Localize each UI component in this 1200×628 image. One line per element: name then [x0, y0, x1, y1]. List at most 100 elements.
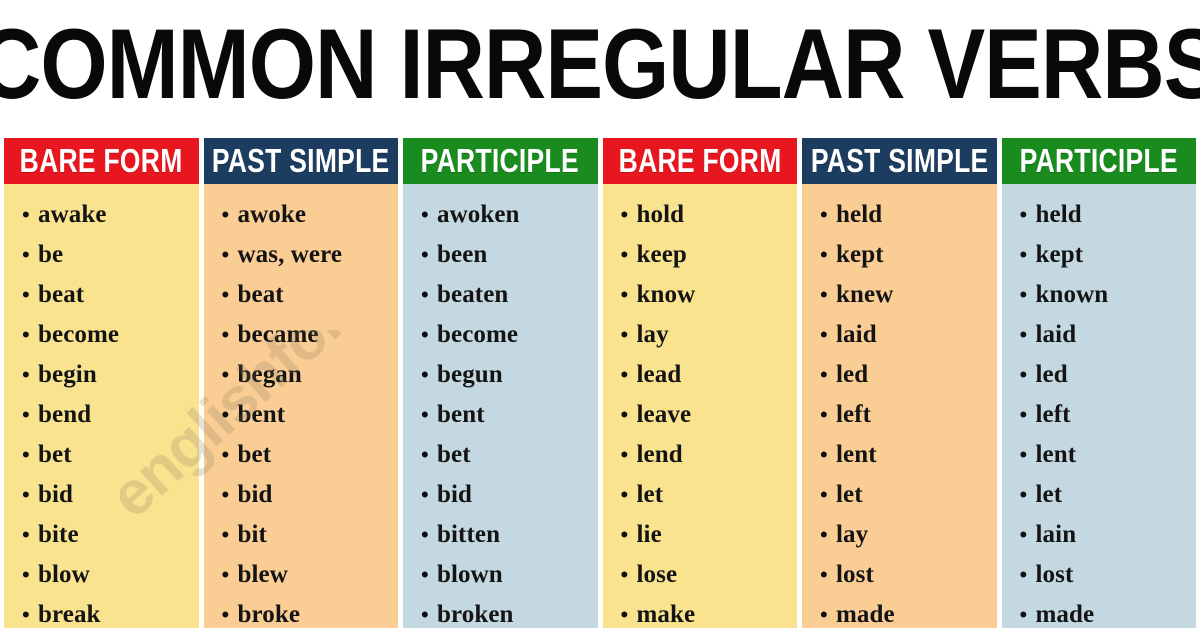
list-item: • beat	[222, 275, 399, 315]
column-header-6: PARTICIPLE	[1001, 138, 1196, 184]
verb-text: lent	[1035, 441, 1077, 468]
column-body-5: • held • kept • knew • laid • led • left • lent • let • l…	[802, 184, 997, 628]
bullet-icon: •	[421, 442, 429, 467]
verb-text: lend	[636, 441, 683, 468]
column-header-2: PAST SIMPLE	[203, 138, 398, 184]
column-body-6: • held • kept • known • laid • led • left • lent • let •…	[1001, 184, 1197, 628]
verb-text: lie	[636, 521, 662, 548]
column-header-5: PAST SIMPLE	[802, 138, 997, 184]
bullet-icon: •	[620, 322, 629, 347]
verb-list: • awoken • been • beaten • become • begun • bent • be…	[403, 195, 598, 628]
bullet-icon: •	[1019, 202, 1028, 227]
list-item: • bend	[22, 395, 199, 435]
bullet-icon: •	[820, 242, 828, 267]
list-item: • laid	[820, 315, 997, 355]
bullet-icon: •	[820, 562, 828, 587]
bullet-icon: •	[1019, 602, 1028, 627]
list-item: • broken	[421, 595, 598, 628]
verb-text: beaten	[437, 281, 509, 308]
list-item: • lent	[820, 435, 997, 475]
bullet-icon: •	[620, 362, 629, 387]
list-item: • bitten	[421, 515, 598, 555]
bullet-icon: •	[221, 242, 230, 267]
list-item: • beat	[22, 275, 199, 315]
column-header-1: BARE FORM	[4, 138, 199, 184]
list-item: • bent	[421, 395, 598, 435]
verb-text: begin	[38, 361, 97, 388]
verb-text: bet	[38, 441, 72, 468]
bullet-icon: •	[620, 402, 629, 427]
verb-text: left	[1035, 401, 1071, 428]
verb-text: led	[836, 361, 869, 388]
bullet-icon: •	[1019, 362, 1028, 387]
verb-column-4: BARE FORM • hold • keep • know • lay • lead • leave •…	[602, 138, 798, 628]
verb-text: held	[836, 201, 883, 228]
bullet-icon: •	[221, 282, 230, 307]
verb-text: lay	[636, 321, 669, 348]
bullet-icon: •	[421, 322, 429, 347]
list-item: • lain	[1020, 515, 1197, 555]
bullet-icon: •	[421, 602, 429, 627]
bullet-icon: •	[421, 522, 429, 547]
bullet-icon: •	[421, 242, 429, 267]
bullet-icon: •	[620, 442, 629, 467]
bullet-icon: •	[221, 362, 230, 387]
list-item: • become	[421, 315, 598, 355]
verb-text: lose	[636, 561, 678, 588]
verb-text: laid	[836, 321, 877, 348]
verb-list: • awoke • was, were • beat • became • began • bent •…	[204, 195, 399, 628]
bullet-icon: •	[1019, 562, 1028, 587]
list-item: • begin	[22, 355, 199, 395]
column-body-3: • awoken • been • beaten • become • begun • bent • be…	[403, 184, 598, 628]
verb-text: known	[1035, 281, 1109, 308]
list-item: • broke	[222, 595, 399, 628]
bullet-icon: •	[1019, 282, 1028, 307]
list-item: • held	[1020, 195, 1197, 235]
verb-column-3: PARTICIPLE • awoken • been • beaten • become • beg…	[403, 138, 598, 628]
list-item: • lose	[621, 555, 798, 595]
list-item: • let	[621, 475, 798, 515]
bullet-icon: •	[22, 602, 30, 627]
column-header-label: PAST SIMPLE	[810, 142, 989, 179]
list-item: • known	[1020, 275, 1197, 315]
verb-text: let	[636, 481, 664, 508]
verb-text: hold	[636, 201, 685, 228]
list-item: • began	[222, 355, 399, 395]
bullet-icon: •	[820, 322, 828, 347]
verb-text: awoke	[237, 201, 307, 228]
list-item: • be	[22, 235, 199, 275]
verb-text: beat	[237, 281, 284, 308]
bullet-icon: •	[421, 562, 429, 587]
bullet-icon: •	[421, 482, 429, 507]
bullet-icon: •	[22, 362, 30, 387]
verb-text: been	[437, 241, 488, 268]
verb-text: let	[836, 481, 863, 508]
list-item: • bit	[222, 515, 399, 555]
bullet-icon: •	[421, 402, 429, 427]
bullet-icon: •	[820, 442, 828, 467]
list-item: • make	[621, 595, 798, 628]
verb-text: lost	[836, 561, 874, 588]
verb-text: bid	[437, 481, 473, 508]
column-header-3: PARTICIPLE	[403, 138, 598, 184]
list-item: • begun	[421, 355, 598, 395]
list-item: • lay	[621, 315, 798, 355]
list-item: • laid	[1020, 315, 1197, 355]
verb-text: lead	[636, 361, 682, 388]
list-item: • was, were	[222, 235, 399, 275]
verb-text: was, were	[237, 241, 343, 268]
bullet-icon: •	[820, 282, 828, 307]
bullet-icon: •	[620, 522, 629, 547]
verb-text: keep	[636, 241, 687, 268]
column-header-label: BARE FORM	[618, 142, 782, 179]
list-item: • beaten	[421, 275, 598, 315]
list-item: • bent	[222, 395, 399, 435]
bullet-icon: •	[22, 562, 30, 587]
verb-text: became	[237, 321, 319, 348]
list-item: • bid	[421, 475, 598, 515]
verb-text: bit	[237, 521, 267, 548]
bullet-icon: •	[421, 282, 429, 307]
list-item: • hold	[621, 195, 798, 235]
bullet-icon: •	[1019, 442, 1028, 467]
verb-list: • hold • keep • know • lay • lead • leave • lend • let •…	[603, 195, 798, 628]
